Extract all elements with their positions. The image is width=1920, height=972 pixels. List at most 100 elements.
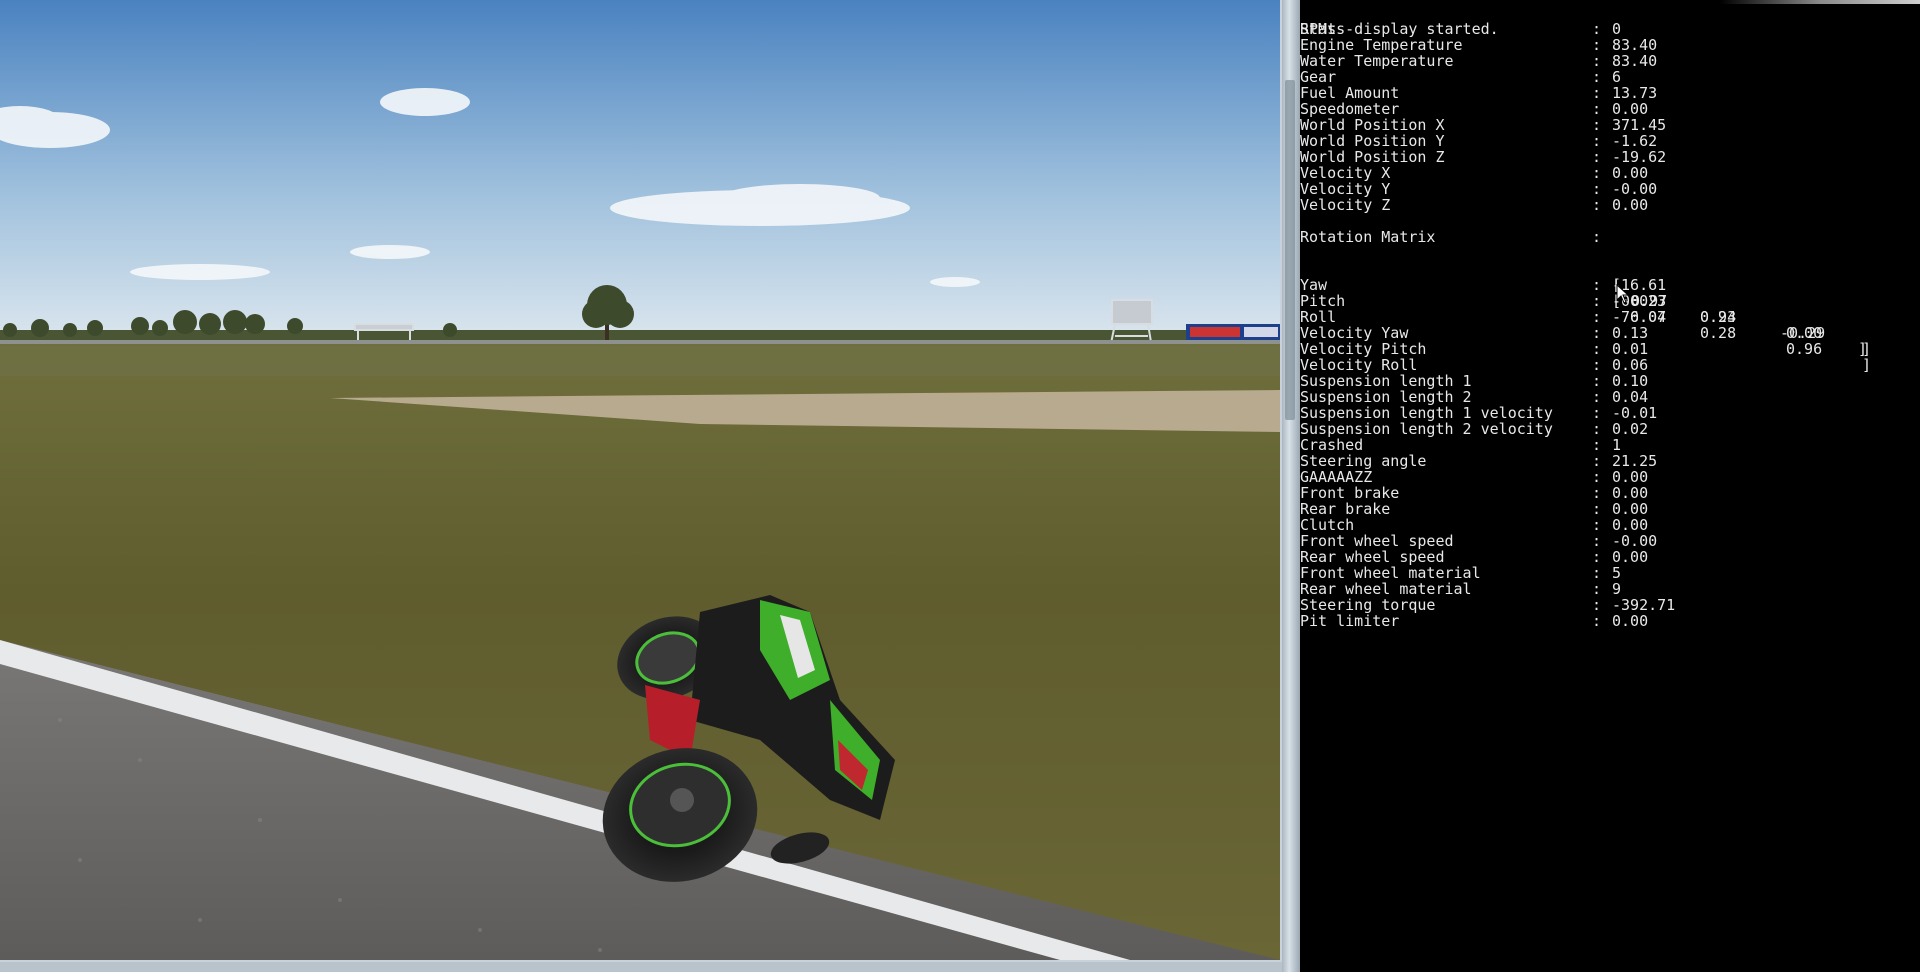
stat-row: Rear wheel speed:0.00	[1300, 548, 1649, 566]
stat-row: Water Temperature:83.40	[1300, 52, 1658, 70]
rotation-matrix-row-1: [ -0.97 0.24 0.00 ]	[1612, 277, 1872, 358]
stat-value: -1.62	[1612, 132, 1658, 150]
stat-value: 371.45	[1612, 116, 1667, 134]
stat-value: 21.25	[1612, 452, 1658, 470]
stat-value: -0.00	[1612, 180, 1658, 198]
stat-row: Roll: -76.04	[1300, 308, 1667, 326]
console-titlebar-edge	[1720, 0, 1920, 4]
stat-value: 0.01	[1612, 340, 1649, 358]
stat-row: Velocity Yaw:0.13	[1300, 324, 1649, 342]
stat-row: Steering angle:21.25	[1300, 452, 1658, 470]
stat-row: Gear:6	[1300, 68, 1622, 86]
stat-value: 0	[1612, 20, 1622, 38]
mouse-cursor-icon	[1616, 284, 1630, 304]
stat-row: Velocity Pitch:0.01	[1300, 340, 1649, 358]
stat-value: 83.40	[1612, 52, 1658, 70]
stat-row: Engine Temperature:83.40	[1300, 36, 1658, 54]
stat-label: Suspension length 1	[1300, 372, 1472, 390]
stat-value: 0.06	[1612, 356, 1649, 374]
stat-row: Crashed:1	[1300, 436, 1622, 454]
stat-value: 0.04	[1612, 388, 1649, 406]
stat-label: Suspension length 2	[1300, 388, 1472, 406]
console-header: Stats-display started.	[1300, 20, 1499, 38]
stat-label: Front wheel material	[1300, 564, 1481, 582]
stat-value: 0.00	[1612, 100, 1649, 118]
stat-label: Velocity Yaw	[1300, 324, 1409, 342]
stat-row: Steering torque: -392.71	[1300, 596, 1676, 614]
stat-label: Clutch	[1300, 516, 1355, 534]
billboard	[1186, 324, 1280, 340]
stat-row: Rear wheel material:9	[1300, 580, 1622, 598]
stats-console[interactable]: Stats-display started. RPMs:0 Engine Temp…	[1300, 0, 1920, 972]
stat-row: GAAAAAZZ:0.00	[1300, 468, 1649, 486]
stat-row: Velocity X:0.00	[1300, 164, 1649, 182]
stat-label: Pitch	[1300, 292, 1346, 310]
rotation-matrix-row-2: [ 0.07 0.28 0.96 ]	[1612, 292, 1872, 374]
stat-label: Roll	[1300, 308, 1337, 326]
stat-label: Front wheel speed	[1300, 532, 1454, 550]
stat-value: -0.00	[1612, 532, 1658, 550]
game-viewport[interactable]	[0, 0, 1282, 962]
stat-label: GAAAAAZZ	[1300, 468, 1373, 486]
stat-value: 0.00	[1612, 548, 1649, 566]
stat-value: 0.00	[1612, 500, 1649, 518]
stat-label: Suspension length 1 velocity	[1300, 404, 1553, 422]
stat-label: Rear wheel material	[1300, 580, 1472, 598]
stat-row: Pit limiter:0.00	[1300, 612, 1649, 630]
stat-label: Pit limiter	[1300, 612, 1400, 630]
stat-value: 0.10	[1612, 372, 1649, 390]
stat-label: RPMs	[1300, 20, 1337, 38]
stat-row: World Position Z: -19.62	[1300, 148, 1667, 166]
stat-row: Velocity Z:0.00	[1300, 196, 1649, 214]
stat-label: Velocity Pitch	[1300, 340, 1427, 358]
stat-row: Suspension length 2 velocity:0.02	[1300, 420, 1649, 438]
stat-value: -392.71	[1612, 596, 1676, 614]
stat-label: Crashed	[1300, 436, 1364, 454]
stat-row: Velocity Y: -0.00	[1300, 180, 1658, 198]
stat-label: World Position X	[1300, 116, 1445, 134]
stat-value: 0.00	[1612, 468, 1649, 486]
stat-label: Suspension length 2 velocity	[1300, 420, 1553, 438]
stat-label: Steering angle	[1300, 452, 1427, 470]
stat-label: Fuel Amount	[1300, 84, 1400, 102]
rotation-matrix-row-0: Rotation Matrix: [ 0.23 0.93 -0.29 ]	[1300, 228, 1868, 358]
stat-row: Front wheel material:5	[1300, 564, 1622, 582]
stat-row: Front brake:0.00	[1300, 484, 1649, 502]
stat-label: World Position Y	[1300, 132, 1445, 150]
stat-label: Front brake	[1300, 484, 1400, 502]
stat-label: Yaw	[1300, 276, 1328, 294]
sky	[0, 0, 1280, 340]
window-divider[interactable]	[1282, 0, 1300, 972]
stat-row: World Position Y: -1.62	[1300, 132, 1658, 150]
stat-row: World Position X:371.45	[1300, 116, 1667, 134]
stat-value: 83.40	[1612, 36, 1658, 54]
stats-list-secondary: Yaw: -16.61 Pitch: -0.02 Roll: -76.04 Velocity…	[1300, 277, 1920, 629]
stat-row: Clutch:0.00	[1300, 516, 1649, 534]
stat-label: Gear	[1300, 68, 1337, 86]
stat-value: 5	[1612, 564, 1622, 582]
stat-label: Velocity Y	[1300, 180, 1391, 198]
stat-value: 13.73	[1612, 84, 1658, 102]
console-output: Stats-display started. RPMs:0 Engine Temp…	[1300, 5, 1920, 629]
race-scene	[0, 0, 1280, 960]
stat-label: Water Temperature	[1300, 52, 1454, 70]
stat-value: 6	[1612, 68, 1622, 86]
stat-value: 9	[1612, 580, 1622, 598]
stat-label: Rear wheel speed	[1300, 548, 1445, 566]
stat-row: Speedometer:0.00	[1300, 100, 1649, 118]
stat-value: 0.13	[1612, 324, 1649, 342]
stat-label: World Position Z	[1300, 148, 1445, 166]
stat-value: 0.00	[1612, 196, 1649, 214]
stat-value: -76.04	[1612, 308, 1667, 326]
stat-value: -19.62	[1612, 148, 1667, 166]
stat-row: Rear brake:0.00	[1300, 500, 1649, 518]
stat-row: Fuel Amount:13.73	[1300, 84, 1658, 102]
stat-value: 0.00	[1612, 612, 1649, 630]
stat-label: Rear brake	[1300, 500, 1391, 518]
stat-value: 1	[1612, 436, 1622, 454]
stat-row: Velocity Roll:0.06	[1300, 356, 1649, 374]
scroll-grip[interactable]	[1285, 80, 1295, 420]
stat-value: 0.00	[1612, 484, 1649, 502]
stat-label: Engine Temperature	[1300, 36, 1463, 54]
stat-label: Velocity X	[1300, 164, 1391, 182]
